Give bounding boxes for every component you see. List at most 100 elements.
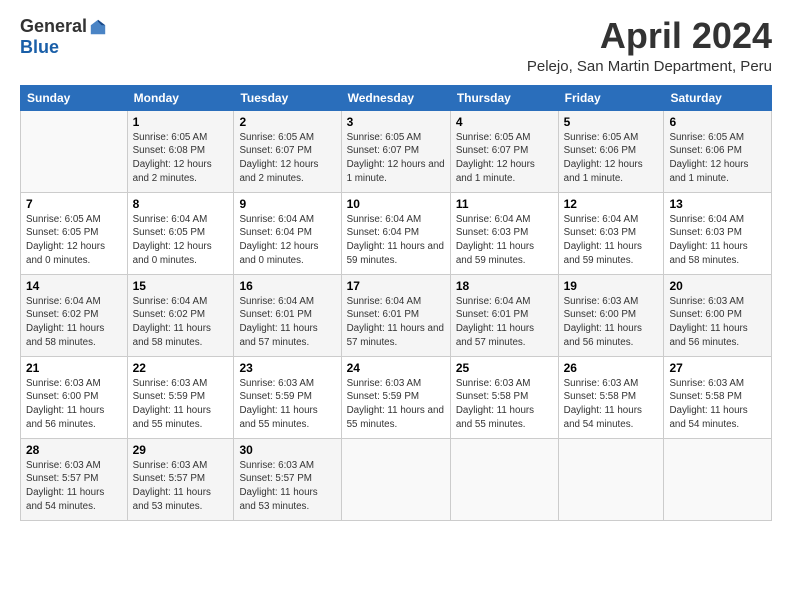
day-detail: Sunrise: 6:05 AM Sunset: 6:06 PM Dayligh… (564, 131, 659, 186)
calendar-table: SundayMondayTuesdayWednesdayThursdayFrid… (20, 85, 772, 521)
day-number: 30 (239, 443, 335, 457)
day-detail: Sunrise: 6:03 AM Sunset: 5:58 PM Dayligh… (456, 377, 553, 432)
day-number: 2 (239, 115, 335, 129)
day-number: 8 (133, 197, 229, 211)
week-row-3: 14Sunrise: 6:04 AM Sunset: 6:02 PM Dayli… (21, 274, 772, 356)
calendar-cell: 13 Sunrise: 6:04 AM Sunset: 6:03 PM Dayli… (664, 192, 772, 274)
day-detail: Sunrise: 6:03 AM Sunset: 5:58 PM Dayligh… (564, 377, 659, 432)
calendar-cell: 24 Sunrise: 6:03 AM Sunset: 5:59 PM Dayli… (341, 356, 450, 438)
subtitle: Pelejo, San Martin Department, Peru (527, 58, 772, 75)
day-number: 9 (239, 197, 335, 211)
calendar-cell: 14Sunrise: 6:04 AM Sunset: 6:02 PM Dayli… (21, 274, 128, 356)
main-title: April 2024 (527, 16, 772, 56)
day-detail: Sunrise: 6:03 AM Sunset: 5:57 PM Dayligh… (239, 459, 335, 514)
day-number: 15 (133, 279, 229, 293)
calendar-cell: 19 Sunrise: 6:03 AM Sunset: 6:00 PM Dayli… (558, 274, 664, 356)
day-header-sunday: Sunday (21, 85, 128, 110)
day-number: 27 (669, 361, 766, 375)
day-number: 4 (456, 115, 553, 129)
header: General Blue April 2024 Pelejo, San Mart… (20, 16, 772, 75)
day-detail: Sunrise: 6:04 AM Sunset: 6:01 PM Dayligh… (347, 295, 445, 350)
week-row-1: 1Sunrise: 6:05 AM Sunset: 6:08 PM Daylig… (21, 110, 772, 192)
day-header-tuesday: Tuesday (234, 85, 341, 110)
day-detail: Sunrise: 6:05 AM Sunset: 6:07 PM Dayligh… (347, 131, 445, 186)
calendar-cell: 28 Sunrise: 6:03 AM Sunset: 5:57 PM Dayli… (21, 438, 128, 520)
day-number: 7 (26, 197, 122, 211)
day-detail: Sunrise: 6:04 AM Sunset: 6:04 PM Dayligh… (347, 213, 445, 268)
calendar-cell: 9 Sunrise: 6:04 AM Sunset: 6:04 PM Daylig… (234, 192, 341, 274)
day-header-wednesday: Wednesday (341, 85, 450, 110)
day-number: 11 (456, 197, 553, 211)
calendar-cell: 27 Sunrise: 6:03 AM Sunset: 5:58 PM Dayli… (664, 356, 772, 438)
day-detail: Sunrise: 6:04 AM Sunset: 6:01 PM Dayligh… (456, 295, 553, 350)
calendar-cell: 25 Sunrise: 6:03 AM Sunset: 5:58 PM Dayli… (450, 356, 558, 438)
day-number: 13 (669, 197, 766, 211)
calendar-cell (341, 438, 450, 520)
day-detail: Sunrise: 6:04 AM Sunset: 6:03 PM Dayligh… (456, 213, 553, 268)
calendar-cell: 29 Sunrise: 6:03 AM Sunset: 5:57 PM Dayli… (127, 438, 234, 520)
calendar-cell: 18 Sunrise: 6:04 AM Sunset: 6:01 PM Dayli… (450, 274, 558, 356)
calendar-cell: 17 Sunrise: 6:04 AM Sunset: 6:01 PM Dayli… (341, 274, 450, 356)
calendar-cell: 30 Sunrise: 6:03 AM Sunset: 5:57 PM Dayli… (234, 438, 341, 520)
day-number: 12 (564, 197, 659, 211)
logo-blue-text: Blue (20, 37, 59, 58)
day-detail: Sunrise: 6:05 AM Sunset: 6:07 PM Dayligh… (456, 131, 553, 186)
calendar-cell: 23 Sunrise: 6:03 AM Sunset: 5:59 PM Dayli… (234, 356, 341, 438)
logo-icon (89, 18, 107, 36)
day-number: 28 (26, 443, 122, 457)
calendar-cell: 20Sunrise: 6:03 AM Sunset: 6:00 PM Dayli… (664, 274, 772, 356)
week-row-2: 7Sunrise: 6:05 AM Sunset: 6:05 PM Daylig… (21, 192, 772, 274)
calendar-cell: 26 Sunrise: 6:03 AM Sunset: 5:58 PM Dayli… (558, 356, 664, 438)
day-number: 29 (133, 443, 229, 457)
calendar-cell: 8 Sunrise: 6:04 AM Sunset: 6:05 PM Daylig… (127, 192, 234, 274)
calendar-cell: 11 Sunrise: 6:04 AM Sunset: 6:03 PM Dayli… (450, 192, 558, 274)
day-number: 23 (239, 361, 335, 375)
week-row-4: 21Sunrise: 6:03 AM Sunset: 6:00 PM Dayli… (21, 356, 772, 438)
day-detail: Sunrise: 6:04 AM Sunset: 6:01 PM Dayligh… (239, 295, 335, 350)
week-row-5: 28 Sunrise: 6:03 AM Sunset: 5:57 PM Dayli… (21, 438, 772, 520)
day-detail: Sunrise: 6:05 AM Sunset: 6:08 PM Dayligh… (133, 131, 229, 186)
day-header-thursday: Thursday (450, 85, 558, 110)
calendar-cell: 16 Sunrise: 6:04 AM Sunset: 6:01 PM Dayli… (234, 274, 341, 356)
day-detail: Sunrise: 6:03 AM Sunset: 5:57 PM Dayligh… (26, 459, 122, 514)
day-header-monday: Monday (127, 85, 234, 110)
day-detail: Sunrise: 6:03 AM Sunset: 6:00 PM Dayligh… (26, 377, 122, 432)
day-detail: Sunrise: 6:04 AM Sunset: 6:04 PM Dayligh… (239, 213, 335, 268)
day-detail: Sunrise: 6:04 AM Sunset: 6:03 PM Dayligh… (564, 213, 659, 268)
day-detail: Sunrise: 6:03 AM Sunset: 5:59 PM Dayligh… (239, 377, 335, 432)
calendar-cell: 3 Sunrise: 6:05 AM Sunset: 6:07 PM Daylig… (341, 110, 450, 192)
day-number: 10 (347, 197, 445, 211)
day-number: 16 (239, 279, 335, 293)
day-number: 26 (564, 361, 659, 375)
calendar-cell: 7Sunrise: 6:05 AM Sunset: 6:05 PM Daylig… (21, 192, 128, 274)
day-number: 24 (347, 361, 445, 375)
calendar-cell (21, 110, 128, 192)
day-detail: Sunrise: 6:03 AM Sunset: 5:59 PM Dayligh… (133, 377, 229, 432)
day-detail: Sunrise: 6:04 AM Sunset: 6:03 PM Dayligh… (669, 213, 766, 268)
day-detail: Sunrise: 6:03 AM Sunset: 5:58 PM Dayligh… (669, 377, 766, 432)
day-number: 22 (133, 361, 229, 375)
title-block: April 2024 Pelejo, San Martin Department… (527, 16, 772, 75)
day-number: 5 (564, 115, 659, 129)
day-detail: Sunrise: 6:04 AM Sunset: 6:02 PM Dayligh… (133, 295, 229, 350)
logo: General Blue (20, 16, 107, 58)
day-number: 25 (456, 361, 553, 375)
day-number: 18 (456, 279, 553, 293)
calendar-cell: 21Sunrise: 6:03 AM Sunset: 6:00 PM Dayli… (21, 356, 128, 438)
day-detail: Sunrise: 6:03 AM Sunset: 6:00 PM Dayligh… (564, 295, 659, 350)
calendar-cell (664, 438, 772, 520)
day-detail: Sunrise: 6:05 AM Sunset: 6:06 PM Dayligh… (669, 131, 766, 186)
day-detail: Sunrise: 6:04 AM Sunset: 6:02 PM Dayligh… (26, 295, 122, 350)
day-number: 17 (347, 279, 445, 293)
day-detail: Sunrise: 6:04 AM Sunset: 6:05 PM Dayligh… (133, 213, 229, 268)
day-number: 19 (564, 279, 659, 293)
day-header-saturday: Saturday (664, 85, 772, 110)
day-detail: Sunrise: 6:03 AM Sunset: 5:57 PM Dayligh… (133, 459, 229, 514)
day-detail: Sunrise: 6:03 AM Sunset: 5:59 PM Dayligh… (347, 377, 445, 432)
calendar-cell: 1Sunrise: 6:05 AM Sunset: 6:08 PM Daylig… (127, 110, 234, 192)
day-number: 3 (347, 115, 445, 129)
calendar-cell: 4 Sunrise: 6:05 AM Sunset: 6:07 PM Daylig… (450, 110, 558, 192)
day-number: 6 (669, 115, 766, 129)
day-detail: Sunrise: 6:05 AM Sunset: 6:07 PM Dayligh… (239, 131, 335, 186)
calendar-cell: 22 Sunrise: 6:03 AM Sunset: 5:59 PM Dayli… (127, 356, 234, 438)
